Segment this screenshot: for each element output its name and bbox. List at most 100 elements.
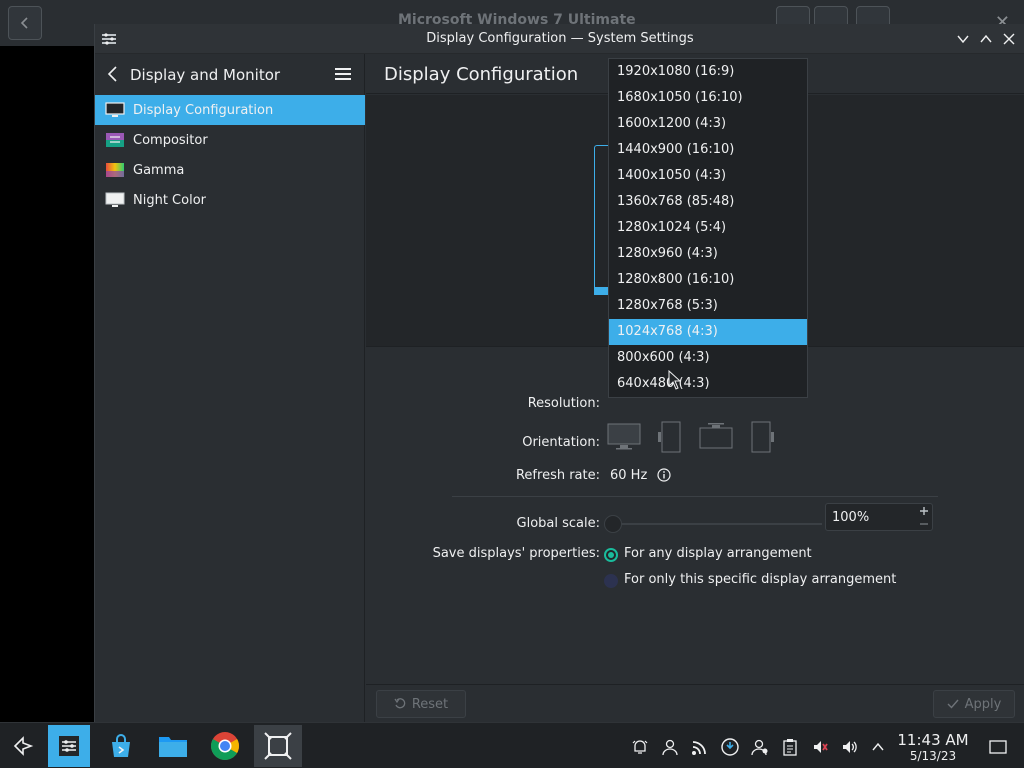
orientation-flipped-button[interactable] <box>698 422 734 456</box>
taskbar-discover[interactable] <box>100 725 142 767</box>
decrement-icon[interactable] <box>919 520 929 528</box>
resolution-option[interactable]: 640x480 (4:3) <box>609 371 807 397</box>
global-scale-label: Global scale: <box>516 516 600 531</box>
apply-button-label: Apply <box>964 696 1002 712</box>
rss-feed-icon[interactable] <box>690 737 710 757</box>
resolution-option[interactable]: 1600x1200 (4:3) <box>609 111 807 137</box>
resolution-option[interactable]: 800x600 (4:3) <box>609 345 807 371</box>
user-switch-icon[interactable] <box>750 737 770 757</box>
orientation-portrait-left-button[interactable] <box>656 420 684 458</box>
radio-specific-arrangement-label[interactable]: For only this specific display arrangeme… <box>624 572 896 587</box>
resolution-option[interactable]: 1440x900 (16:10) <box>609 137 807 163</box>
sidebar-item-gamma[interactable]: Gamma <box>95 155 365 185</box>
orientation-portrait-left-icon <box>658 421 681 453</box>
minimize-button[interactable] <box>954 30 972 48</box>
resolution-option[interactable]: 1280x1024 (5:4) <box>609 215 807 241</box>
close-icon <box>1003 33 1015 45</box>
clock-time: 11:43 AM <box>897 731 969 749</box>
chevron-left-icon <box>20 17 28 29</box>
mouse-cursor-icon <box>668 370 682 390</box>
checkmark-icon <box>947 699 959 709</box>
page-title: Display Configuration <box>384 64 579 85</box>
taskbar-system-settings[interactable] <box>48 725 90 767</box>
steamos-logo-icon <box>13 736 34 756</box>
compositor-icon <box>106 133 124 147</box>
radio-any-arrangement-label[interactable]: For any display arrangement <box>624 546 812 561</box>
settings-sliders-icon <box>59 736 79 756</box>
orientation-portrait-right-icon <box>751 421 774 453</box>
chrome-icon <box>211 732 239 760</box>
resolution-dropdown-list[interactable]: 1920x1080 (16:9) 1680x1050 (16:10) 1600x… <box>608 58 808 398</box>
reset-button-label: Reset <box>411 696 449 712</box>
sidebar-item-display-configuration[interactable]: Display Configuration <box>95 95 365 125</box>
window-titlebar[interactable]: Display Configuration — System Settings <box>95 24 1024 54</box>
reset-button[interactable]: Reset <box>376 690 466 718</box>
resolution-option[interactable]: 1280x800 (16:10) <box>609 267 807 293</box>
radio-specific-arrangement[interactable] <box>604 574 618 588</box>
volume-icon[interactable] <box>840 737 860 757</box>
resolution-option[interactable]: 1360x768 (85:48) <box>609 189 807 215</box>
vm-window-icon <box>264 732 292 760</box>
refresh-rate-label: Refresh rate: <box>515 468 600 483</box>
clock-date: 5/13/23 <box>909 749 957 763</box>
clipboard-icon[interactable] <box>780 737 800 757</box>
save-properties-label: Save displays' properties: <box>432 546 600 561</box>
sidebar-item-label: Display Configuration <box>133 102 274 118</box>
window-title: Display Configuration — System Settings <box>426 31 694 46</box>
sidebar-item-night-color[interactable]: Night Color <box>95 185 365 215</box>
chevron-up-icon <box>980 34 992 43</box>
show-desktop-icon[interactable] <box>988 737 1008 757</box>
resolution-option[interactable]: 1920x1080 (16:9) <box>609 59 807 85</box>
orientation-landscape-button[interactable] <box>606 422 642 456</box>
chevron-down-icon <box>957 35 969 44</box>
tray-expand-icon[interactable] <box>868 737 888 757</box>
orientation-label: Orientation: <box>522 435 600 450</box>
close-button[interactable] <box>1000 30 1018 48</box>
increment-icon[interactable] <box>919 506 929 516</box>
dialog-footer: Reset Apply <box>366 684 1024 722</box>
taskbar-virtual-machine[interactable] <box>254 725 302 767</box>
apply-button[interactable]: Apply <box>933 690 1015 718</box>
store-bag-icon <box>112 734 130 757</box>
back-icon[interactable] <box>107 66 119 82</box>
resolution-option[interactable]: 1680x1050 (16:10) <box>609 85 807 111</box>
maximize-button[interactable] <box>977 30 995 48</box>
folder-icon <box>159 737 187 757</box>
gamma-icon <box>106 163 124 177</box>
update-icon[interactable] <box>720 737 740 757</box>
reset-icon <box>394 698 406 709</box>
hamburger-menu-icon[interactable] <box>335 67 351 81</box>
global-scale-slider-track[interactable] <box>614 523 822 525</box>
user-icon[interactable] <box>660 737 680 757</box>
sidebar-item-label: Gamma <box>133 162 185 178</box>
form-separator <box>452 496 938 497</box>
resolution-option[interactable]: 1400x1050 (4:3) <box>609 163 807 189</box>
resolution-option[interactable]: 1280x960 (4:3) <box>609 241 807 267</box>
taskbar-file-manager[interactable] <box>152 725 194 767</box>
radio-any-arrangement[interactable] <box>604 548 618 562</box>
sidebar-item-label: Compositor <box>133 132 208 148</box>
global-scale-slider-handle[interactable] <box>604 515 622 533</box>
night-color-icon <box>105 192 125 207</box>
sidebar-item-compositor[interactable]: Compositor <box>95 125 365 155</box>
application-launcher-button[interactable] <box>2 725 44 767</box>
refresh-rate-value: 60 Hz <box>610 468 648 483</box>
monitor-icon <box>105 102 125 117</box>
sidebar-title: Display and Monitor <box>130 66 281 84</box>
resolution-option-selected[interactable]: 1024x768 (4:3) <box>609 319 807 345</box>
orientation-portrait-right-button[interactable] <box>750 420 778 458</box>
sidebar-item-label: Night Color <box>133 192 206 208</box>
clock[interactable]: 11:43 AM 5/13/23 <box>894 731 972 763</box>
global-scale-value: 100% <box>832 510 870 525</box>
orientation-landscape-icon <box>607 423 641 450</box>
sidebar-header: Display and Monitor <box>95 54 365 94</box>
taskbar-chrome[interactable] <box>204 725 246 767</box>
microphone-muted-icon[interactable] <box>810 737 830 757</box>
info-icon[interactable] <box>657 468 671 482</box>
background-back-button[interactable] <box>8 6 42 40</box>
resolution-option[interactable]: 1280x768 (5:3) <box>609 293 807 319</box>
notifications-icon[interactable] <box>630 737 650 757</box>
sidebar: Display and Monitor Display Configuratio… <box>95 54 365 722</box>
orientation-flipped-icon <box>699 423 733 449</box>
global-scale-spinbox[interactable]: 100% <box>825 503 933 531</box>
